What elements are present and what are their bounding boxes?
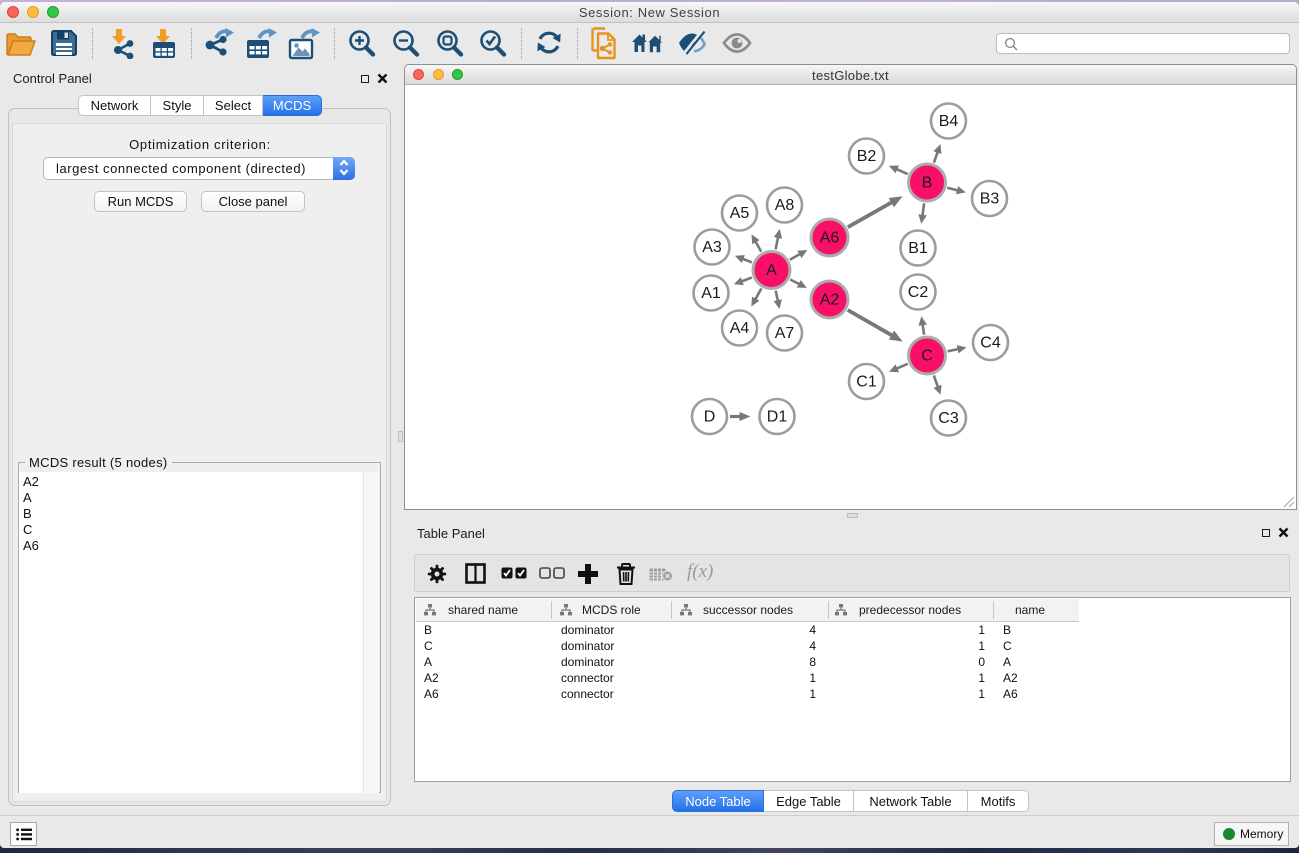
- svg-text:A8: A8: [775, 197, 795, 214]
- svg-text:A5: A5: [730, 205, 750, 222]
- svg-text:A4: A4: [730, 320, 750, 337]
- svg-text:B4: B4: [939, 113, 959, 130]
- svg-text:C3: C3: [938, 410, 959, 427]
- svg-text:A: A: [766, 262, 777, 279]
- svg-text:A6: A6: [820, 230, 840, 247]
- svg-text:D1: D1: [767, 409, 788, 426]
- svg-text:A1: A1: [701, 285, 721, 302]
- svg-text:A2: A2: [820, 292, 840, 309]
- svg-text:A3: A3: [702, 239, 722, 256]
- svg-text:C1: C1: [856, 374, 877, 391]
- svg-text:B: B: [922, 175, 933, 192]
- svg-text:C: C: [921, 348, 933, 365]
- svg-text:C4: C4: [980, 335, 1001, 352]
- svg-text:B3: B3: [980, 191, 1000, 208]
- svg-text:C2: C2: [908, 284, 929, 301]
- svg-text:B2: B2: [857, 148, 877, 165]
- svg-text:D: D: [704, 409, 716, 426]
- svg-text:A7: A7: [775, 325, 795, 342]
- svg-text:B1: B1: [908, 240, 928, 257]
